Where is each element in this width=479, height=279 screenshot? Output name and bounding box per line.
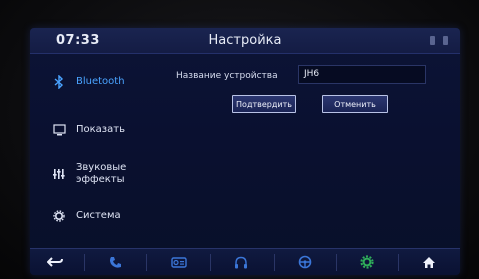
- sidebar-item-display[interactable]: Показать: [30, 110, 150, 150]
- sidebar-item-bluetooth[interactable]: Bluetooth: [30, 62, 150, 102]
- sidebar-item-sound-effects[interactable]: Звуковые эффекты: [30, 154, 150, 194]
- status-bar: 07:33 Настройка: [30, 28, 460, 54]
- radio-icon[interactable]: [168, 253, 190, 271]
- page-title: Настройка: [208, 33, 282, 48]
- status-icons: [430, 36, 448, 45]
- display-icon: [52, 123, 66, 137]
- cancel-button[interactable]: Отменить: [322, 95, 388, 113]
- dock-divider: [336, 254, 337, 271]
- dock-divider: [398, 254, 399, 271]
- phone-icon[interactable]: [104, 253, 126, 271]
- back-icon[interactable]: [44, 253, 66, 271]
- dock-divider: [84, 254, 85, 271]
- battery-icon: [443, 36, 448, 45]
- steering-wheel-icon[interactable]: [294, 253, 316, 271]
- bluetooth-settings-panel: Название устройства JH6 Подтвердить Отме…: [152, 58, 452, 244]
- sidebar-item-label: Показать: [76, 124, 125, 135]
- sidebar-item-label: Bluetooth: [76, 76, 125, 87]
- sidebar-item-label: Звуковые эффекты: [76, 162, 127, 185]
- home-icon[interactable]: [418, 253, 440, 271]
- dock-divider: [210, 254, 211, 271]
- headphones-icon[interactable]: [230, 253, 252, 271]
- dock-divider: [146, 254, 147, 271]
- head-unit-screen: 07:33 Настройка Bluetooth Показать Звуко…: [30, 28, 460, 275]
- device-name-input[interactable]: JH6: [298, 65, 426, 84]
- settings-sidebar: Bluetooth Показать Звуковые эффекты Сист…: [30, 54, 150, 248]
- signal-icon: [430, 36, 435, 45]
- device-name-label: Название устройства: [176, 71, 278, 81]
- settings-icon[interactable]: [356, 253, 378, 271]
- equalizer-icon: [52, 167, 66, 181]
- sidebar-item-system[interactable]: Система: [30, 196, 150, 236]
- confirm-button[interactable]: Подтвердить: [232, 95, 296, 113]
- gear-icon: [52, 209, 66, 223]
- bluetooth-icon: [52, 75, 66, 89]
- dock-divider: [274, 254, 275, 271]
- bottom-dock: [30, 248, 460, 275]
- sidebar-item-label: Система: [76, 210, 121, 221]
